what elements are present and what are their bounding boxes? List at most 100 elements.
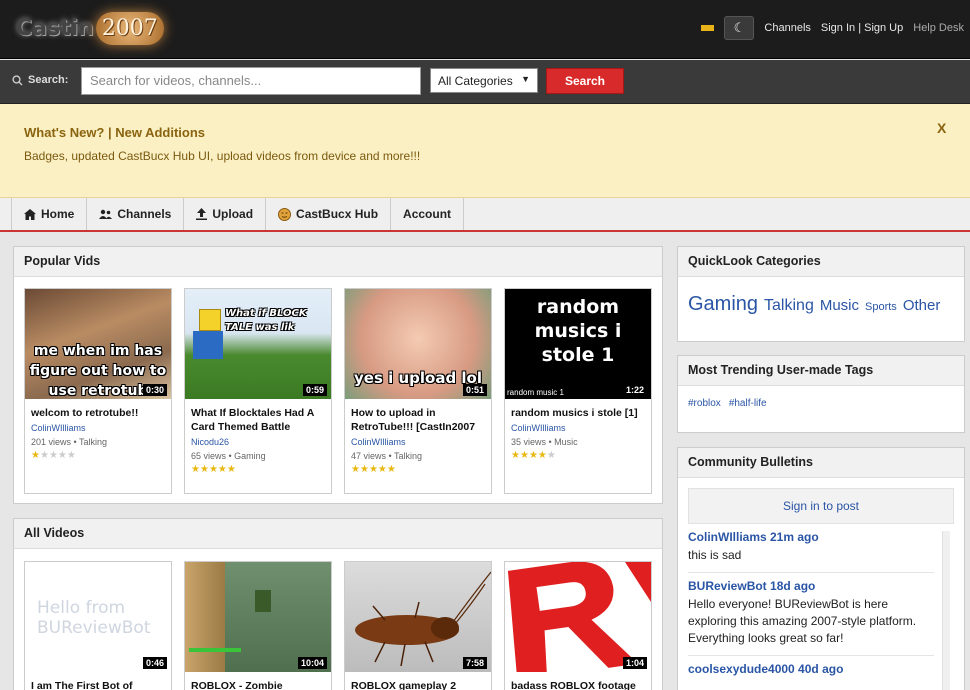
bulletin-text: Hello everyone! BUReviewBot is here expl…	[688, 597, 917, 645]
video-title[interactable]: welcom to retrotube!!	[25, 399, 171, 420]
star-filled-icon: ★	[359, 464, 369, 475]
video-title[interactable]: badass ROBLOX footage	[505, 672, 651, 690]
category-cloud: Gaming Talking Music Sports Other	[678, 277, 964, 332]
rating-stars: ★★★★★	[505, 447, 651, 467]
channels-link[interactable]: Channels	[764, 22, 810, 34]
star-empty-icon: ★	[546, 450, 556, 461]
trending-tags-title: Most Trending User-made Tags	[678, 356, 964, 386]
video-thumbnail[interactable]: What if BLOCK TALE was lik 0:59	[185, 289, 331, 399]
category-link-talking[interactable]: Talking	[764, 297, 814, 315]
thumbnail-caption: Hello from BUReviewBot	[37, 598, 151, 638]
category-link-music[interactable]: Music	[820, 297, 859, 314]
video-thumbnail[interactable]: 10:04	[185, 562, 331, 672]
video-title[interactable]: How to upload in RetroTube!!! [CastIn200…	[345, 399, 491, 434]
tab-upload[interactable]: Upload	[184, 198, 267, 230]
search-input[interactable]: Search for videos, channels...	[81, 67, 421, 95]
bulletin-author[interactable]: coolsexydude4000 40d ago	[688, 662, 934, 676]
category-link-gaming[interactable]: Gaming	[688, 293, 758, 316]
video-title[interactable]: random musics i stole [1]	[505, 399, 651, 420]
video-card[interactable]: 10:04 ROBLOX - Zombie	[184, 561, 332, 690]
all-videos-panel: All Videos Hello from BUReviewBot 0:46 I…	[13, 518, 663, 690]
video-card[interactable]: me when im has figure out how to use ret…	[24, 288, 172, 494]
video-card[interactable]: 1:04 badass ROBLOX footage	[504, 561, 652, 690]
thumbnail-small-text: random music 1	[507, 388, 564, 397]
users-icon	[99, 209, 113, 219]
tab-account-label: Account	[403, 207, 452, 221]
video-card[interactable]: Hello from BUReviewBot 0:46 I am The Fir…	[24, 561, 172, 690]
language-flag-icon[interactable]	[701, 25, 715, 31]
video-thumbnail[interactable]: 1:04	[505, 562, 651, 672]
help-desk-link[interactable]: Help Desk	[913, 22, 964, 34]
video-author[interactable]: ColinWIlliams	[345, 434, 491, 447]
tab-channels-label: Channels	[117, 207, 172, 221]
video-thumbnail[interactable]: Hello from BUReviewBot 0:46	[25, 562, 171, 672]
category-select-value: All Categories	[438, 74, 513, 88]
video-author[interactable]: ColinWIlliams	[505, 420, 651, 433]
popular-vids-panel: Popular Vids me when im has figure out h…	[13, 246, 663, 504]
star-filled-icon: ★	[351, 464, 360, 475]
bulletins-scrollbar[interactable]	[942, 531, 950, 690]
star-filled-icon: ★	[377, 464, 387, 475]
video-thumbnail[interactable]: yes i upload lol 0:51	[345, 289, 491, 399]
video-title[interactable]: ROBLOX - Zombie	[185, 672, 331, 690]
tab-castbucx-hub[interactable]: CastBucx Hub	[266, 198, 392, 230]
video-meta: 201 views • Talking	[31, 437, 108, 447]
roblox-logo-icon	[507, 562, 651, 672]
site-logo[interactable]: Castin 2007	[16, 6, 164, 50]
top-bar: Castin 2007 ☾ Channels Sign In | Sign Up…	[0, 0, 970, 59]
tab-home-label: Home	[41, 207, 75, 221]
search-button[interactable]: Search	[546, 68, 624, 94]
video-title[interactable]: ROBLOX gameplay 2	[345, 672, 491, 690]
video-title[interactable]: I am The First Bot of	[25, 672, 171, 690]
video-title[interactable]: What If Blocktales Had A Card Themed Bat…	[185, 399, 331, 434]
rating-stars: ★★★★★	[25, 447, 171, 467]
video-thumbnail[interactable]: me when im has figure out how to use ret…	[25, 289, 171, 399]
home-icon	[24, 208, 36, 220]
all-videos-title: All Videos	[14, 519, 662, 549]
star-filled-icon: ★	[191, 464, 200, 475]
tab-account[interactable]: Account	[391, 198, 465, 230]
search-label: Search:	[12, 74, 68, 86]
star-filled-icon: ★	[519, 450, 529, 461]
search-icon	[12, 74, 23, 85]
bulletin-item: coolsexydude4000 40d ago	[688, 656, 934, 684]
bulletin-text: this is sad	[688, 548, 742, 562]
moon-icon: ☾	[733, 20, 746, 35]
category-link-other[interactable]: Other	[903, 297, 941, 314]
video-card[interactable]: random musics i stole 1 random music 1 1…	[504, 288, 652, 494]
video-thumbnail[interactable]: random musics i stole 1 random music 1 1…	[505, 289, 651, 399]
video-duration: 0:30	[142, 384, 167, 396]
upload-icon	[196, 208, 208, 220]
close-banner-button[interactable]: X	[937, 120, 946, 136]
video-duration: 0:59	[302, 384, 327, 396]
logo-text: Castin	[16, 15, 94, 41]
bulletin-author[interactable]: BUReviewBot 18d ago	[688, 579, 934, 593]
video-card[interactable]: What if BLOCK TALE was lik 0:59 What If …	[184, 288, 332, 494]
star-filled-icon: ★	[199, 464, 209, 475]
dark-mode-toggle[interactable]: ☾	[724, 16, 755, 40]
tab-home[interactable]: Home	[12, 198, 88, 230]
tag-link[interactable]: #roblox	[688, 398, 721, 409]
tag-link[interactable]: #half-life	[729, 398, 767, 409]
tab-channels[interactable]: Channels	[87, 198, 185, 230]
video-meta: 35 views • Music	[511, 437, 578, 447]
video-thumbnail[interactable]: 7:58	[345, 562, 491, 672]
rating-stars: ★★★★★	[345, 461, 491, 481]
video-author[interactable]: ColinWIlliams	[25, 420, 171, 433]
star-filled-icon: ★	[368, 464, 378, 475]
search-label-text: Search:	[28, 74, 69, 86]
star-filled-icon: ★	[511, 450, 520, 461]
category-link-sports[interactable]: Sports	[865, 301, 897, 313]
bulletins-panel: Community Bulletins Sign in to post Coli…	[677, 447, 965, 690]
coin-icon	[278, 207, 292, 221]
thumbnail-caption: What if BLOCK TALE was lik	[225, 308, 307, 333]
whats-new-title: What's New? | New Additions	[24, 125, 206, 140]
signin-signup-link[interactable]: Sign In | Sign Up	[821, 22, 903, 34]
sign-in-to-post-button[interactable]: Sign in to post	[688, 488, 954, 524]
video-card[interactable]: 7:58 ROBLOX gameplay 2	[344, 561, 492, 690]
video-author[interactable]: Nicodu26	[185, 434, 331, 447]
star-empty-icon: ★	[48, 450, 58, 461]
bulletin-author[interactable]: ColinWIlliams 21m ago	[688, 530, 934, 544]
category-select[interactable]: All Categories ▼	[430, 68, 538, 93]
video-card[interactable]: yes i upload lol 0:51 How to upload in R…	[344, 288, 492, 494]
